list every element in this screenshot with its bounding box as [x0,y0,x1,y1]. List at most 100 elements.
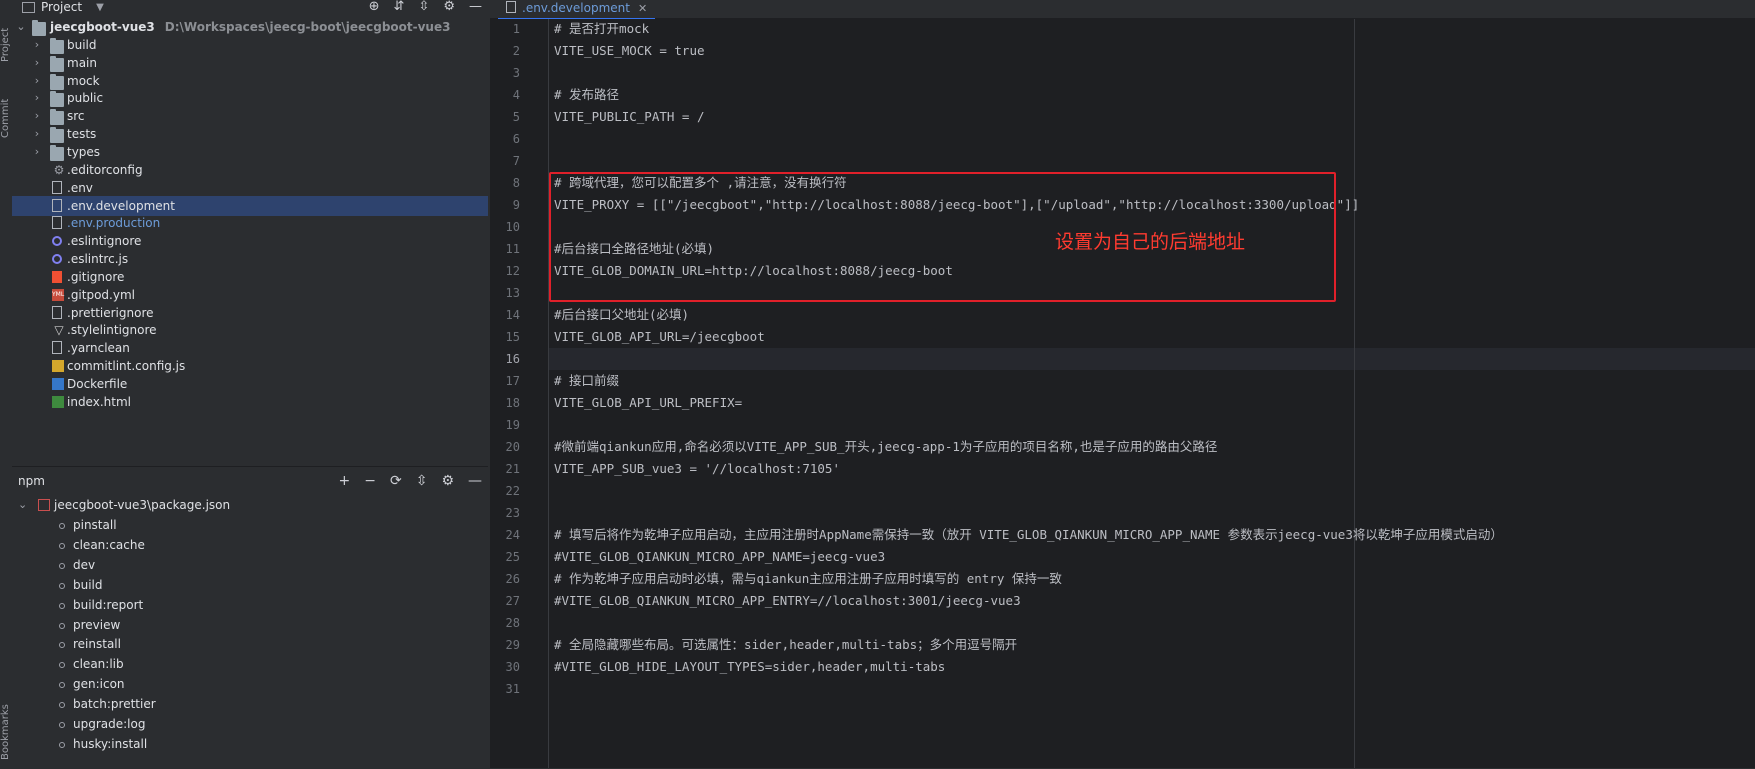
script-bullet-icon [59,722,65,728]
line-number: 7 [512,154,520,168]
file-icon [506,1,516,13]
line-number: 23 [505,506,520,520]
npm-script-clean-cache[interactable]: clean:cache [12,535,488,555]
gear-icon: ⚙ [53,162,65,177]
tab-label: .env.development [522,1,630,15]
line-number: 30 [505,660,520,674]
code-line: # 是否打开mock [554,21,650,36]
code-line: #VITE_GLOB_QIANKUN_MICRO_APP_NAME=jeecg-… [554,549,886,564]
npm-script-preview[interactable]: preview [12,615,488,635]
refresh-icon[interactable]: ⟳ [390,467,402,495]
code-line: #VITE_GLOB_QIANKUN_MICRO_APP_ENTRY=//loc… [554,593,1021,608]
script-bullet-icon [59,741,65,748]
npm-script-label: reinstall [73,637,121,652]
line-number: 18 [505,396,520,410]
script-bullet-icon [59,582,65,589]
npm-panel: npm + − ⟳ ⇳ ⚙ — ⌄ jeecgboot-vue3\package… [12,466,488,769]
eslint-icon [52,254,62,265]
code-line: #微前端qiankun应用,命名必须以VITE_APP_SUB_开头,jeecg… [554,439,1218,454]
minimize-icon[interactable]: — [468,467,482,495]
npm-script-label: upgrade:log [73,717,146,731]
gear-icon[interactable]: ⚙ [443,0,455,14]
code-line: # 作为乾坤子应用启动时必填，需与qiankun主应用注册子应用时填写的 ent… [554,571,1062,586]
line-number: 8 [512,176,520,190]
script-bullet-icon [59,562,65,569]
npm-script-label: build [73,577,103,592]
add-icon[interactable]: + [339,467,351,495]
line-number: 4 [512,88,520,102]
line-number: 6 [512,132,520,146]
line-number: 27 [505,594,520,608]
tree-root-path: D:\Workspaces\jeecg-boot\jeecgboot-vue3 [164,20,451,34]
script-bullet-icon [59,682,65,689]
file-icon [52,341,62,355]
chevron-down-icon[interactable]: ⌄ [18,495,27,515]
line-number: 15 [505,330,520,344]
locate-file-icon[interactable]: ⊕ [369,0,380,14]
line-number: 14 [505,308,520,322]
file-icon [52,198,62,212]
code-line: # 发布路径 [554,87,620,102]
project-panel-header: Project ▼ ⊕ ⇵ ⇳ ⚙ — [12,0,488,14]
npm-script-upgrade-log[interactable]: upgrade:log [12,714,488,734]
npm-script-label: batch:prettier [73,697,156,712]
line-number: 12 [505,264,520,278]
line-number: 19 [505,418,520,432]
code-line: VITE_PUBLIC_PATH = / [554,109,705,124]
tree-file-index-html[interactable]: index.html [12,392,488,412]
npm-script-reinstall[interactable]: reinstall [12,634,488,654]
expand-all-icon[interactable]: ⇵ [394,0,405,14]
line-number: 31 [505,682,520,696]
code-line: # 填写后将作为乾坤子应用启动，主应用注册时AppName需保持一致（放开 VI… [554,527,1503,542]
right-margin-guide [1354,19,1355,768]
line-number: 29 [505,638,520,652]
npm-script-gen-icon[interactable]: gen:icon [12,674,488,694]
js-icon [52,360,64,373]
line-number: 22 [505,484,520,498]
line-number: 13 [505,286,520,300]
yaml-icon: YML [52,288,64,301]
html-icon [52,395,64,408]
bookmarks-tool-tab[interactable]: Bookmarks [0,690,12,760]
line-number: 5 [512,110,520,124]
npm-script-husky-install[interactable]: husky:install [12,734,488,754]
line-number: 20 [505,440,520,454]
gear-icon[interactable]: ⚙ [441,467,454,495]
line-number: 25 [505,550,520,564]
script-bullet-icon [59,542,65,549]
script-bullet-icon [59,602,65,609]
collapse-all-icon[interactable]: ⇳ [418,0,429,14]
line-number: 10 [505,220,520,234]
tree-item-label: index.html [67,394,131,409]
collapse-all-icon[interactable]: ⇳ [416,467,428,495]
git-icon [52,270,62,283]
editor-tab-bar: .env.development ✕ [490,0,1755,20]
project-panel-title[interactable]: Project [41,0,82,14]
minimize-icon[interactable]: — [469,0,482,14]
code-line: #VITE_GLOB_HIDE_LAYOUT_TYPES=sider,heade… [554,659,946,674]
close-icon[interactable]: ✕ [638,2,647,15]
project-tool-tab[interactable]: Project [0,0,12,62]
npm-script-pinstall[interactable]: pinstall [12,515,488,535]
script-bullet-icon [59,642,65,649]
project-view-icon [22,1,35,13]
file-icon [52,180,62,194]
line-number: 1 [512,22,520,36]
npm-script-build[interactable]: build [12,575,488,595]
npm-script-build-report[interactable]: build:report [12,595,488,615]
chevron-down-icon[interactable]: ▼ [96,2,104,13]
npm-script-label: clean:lib [73,657,124,672]
line-number: 28 [505,616,520,630]
code-line: VITE_APP_SUB_vue3 = '//localhost:7105' [554,461,840,476]
remove-icon[interactable]: − [364,467,376,495]
script-bullet-icon [59,523,65,529]
tab-env-development[interactable]: .env.development ✕ [498,0,656,20]
code-editor[interactable]: 1 2 3 4 5 6 7 8 9 10 11 12 13 14 15 16 17 18 19 20 21 22 23 24 2… [490,19,1755,768]
npm-script-batch-prettier[interactable]: batch:prettier [12,694,488,714]
code-line: #后台接口父地址(必填) [554,307,690,322]
npm-package-row[interactable]: ⌄ jeecgboot-vue3\package.json [12,495,488,515]
commit-tool-tab[interactable]: Commit [0,78,12,138]
code-line: VITE_GLOB_API_URL=/jeecgboot [554,329,765,344]
npm-script-clean-lib[interactable]: clean:lib [12,654,488,674]
npm-script-dev[interactable]: dev [12,555,488,575]
